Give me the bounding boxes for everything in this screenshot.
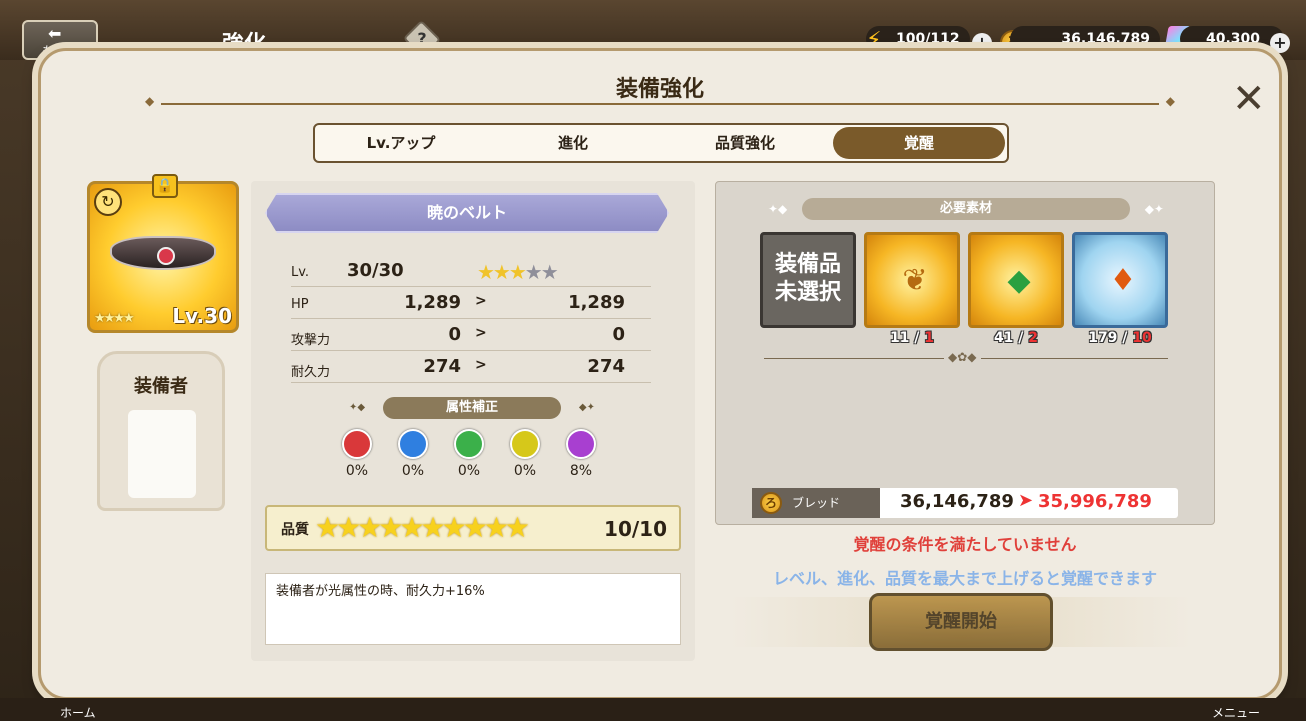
bottom-bar <box>0 698 1306 721</box>
equipment-enhance-dialog: 装備強化 ✕ Lv.アップ 進化 品質強化 覚醒 ↻ 🔒 ★★★★ Lv.30 … <box>38 48 1282 700</box>
material-slot-2[interactable]: ◆ <box>968 232 1064 328</box>
awaken-start-button[interactable]: 覚醒開始 <box>869 593 1053 651</box>
rarity-stars: ★★★★★ <box>477 260 559 284</box>
menu-button[interactable]: メニュー <box>1212 704 1260 721</box>
light-orb-icon <box>510 429 540 459</box>
gem-value: 40,300 <box>1205 31 1260 47</box>
quality-bar: 品質 ★★★★★★★★★★ 10/10 <box>265 505 681 551</box>
equipper-box[interactable]: 装備者 <box>97 351 225 511</box>
materials-panel: 必要素材 装備品 未選択 ❦ 11 / 1 ◆ 41 / 2 ♦ 179 / 1… <box>715 181 1215 525</box>
stat-row-durability: 耐久力 274 > 274 <box>291 353 651 383</box>
equipper-slot[interactable] <box>128 410 196 498</box>
dialog-title: 装備強化 <box>615 77 704 102</box>
tab-evolve[interactable]: 進化 <box>487 125 659 161</box>
attribute-water: 0% <box>393 429 433 479</box>
quality-stars: ★★★★★★★★★★ <box>315 511 530 544</box>
attribute-wind: 0% <box>449 429 489 479</box>
arrow-right-icon: > <box>475 293 487 309</box>
quality-value: 10/10 <box>604 517 667 541</box>
item-name: 暁のベルト <box>426 203 507 222</box>
level-value: 30/30 <box>347 260 404 281</box>
add-gem-button[interactable]: + <box>1270 33 1290 53</box>
home-button[interactable]: ホーム <box>60 704 96 721</box>
stamina-value: 100/112 <box>896 31 960 47</box>
material-slot-1[interactable]: ❦ <box>864 232 960 328</box>
bread-coin-icon: ろ <box>760 492 782 514</box>
arrow-right-icon: > <box>475 325 487 341</box>
back-arrow-icon: ⬅ <box>48 24 62 43</box>
cost-label: ろ ブレッド <box>752 488 880 518</box>
item-name-banner: 暁のベルト <box>265 193 669 233</box>
cost-row: ろ ブレッド 36,146,789 ➤ 35,996,789 <box>752 488 1178 518</box>
materials-header: 必要素材 <box>768 198 1164 220</box>
hint-message: レベル、進化、品質を最大まで上げると覚醒できます <box>772 569 1157 588</box>
item-stars: ★★★★ <box>94 311 135 326</box>
blue-flame-gem-icon: ♦ <box>1109 263 1137 298</box>
wind-orb-icon <box>454 429 484 459</box>
gold-value: 36,146,789 <box>1061 31 1150 47</box>
title-divider <box>145 94 1175 108</box>
cost-current: 36,146,789 <box>900 491 1014 512</box>
stat-row-attack: 攻撃力 0 > 0 <box>291 321 651 351</box>
stat-row-level: Lv. 30/30 ★★★★★ <box>291 257 651 287</box>
arrow-right-icon: > <box>475 357 487 373</box>
close-icon[interactable]: ✕ <box>1232 79 1266 119</box>
tab-level-up[interactable]: Lv.アップ <box>315 125 487 161</box>
tab-awaken[interactable]: 覚醒 <box>833 127 1005 159</box>
item-card[interactable]: ↻ 🔒 ★★★★ Lv.30 <box>87 174 239 333</box>
item-description: 装備者が光属性の時、耐久力+16% <box>265 573 681 645</box>
item-stats-panel: 暁のベルト Lv. 30/30 ★★★★★ HP 1,289 > 1,289 攻… <box>251 181 695 661</box>
stat-label: Lv. <box>291 265 310 280</box>
equipper-label: 装備者 <box>134 376 188 397</box>
stat-row-hp: HP 1,289 > 1,289 <box>291 289 651 319</box>
dark-orb-icon <box>566 429 596 459</box>
material-count-2: 41 / 2 <box>993 330 1039 346</box>
tab-bar: Lv.アップ 進化 品質強化 覚醒 <box>313 123 1009 163</box>
material-slot-3[interactable]: ♦ <box>1072 232 1168 328</box>
attribute-light: 0% <box>505 429 545 479</box>
attribute-fire: 0% <box>337 429 377 479</box>
heart-crest-icon: ❦ <box>902 263 928 298</box>
refresh-icon[interactable]: ↻ <box>94 188 122 216</box>
material-count-1: 11 / 1 <box>889 330 935 346</box>
quality-label: 品質 <box>281 522 309 538</box>
material-count-3: 179 / 10 <box>1088 330 1152 346</box>
materials-divider <box>764 350 1168 364</box>
lock-icon[interactable]: 🔒 <box>152 174 178 198</box>
attribute-header: 属性補正 <box>349 397 595 419</box>
fire-orb-icon <box>342 429 372 459</box>
equipment-unselected-slot[interactable]: 装備品 未選択 <box>760 232 856 328</box>
attribute-dark: 8% <box>561 429 601 479</box>
water-orb-icon <box>398 429 428 459</box>
warning-message: 覚醒の条件を満たしていません <box>853 535 1077 554</box>
cost-arrow-icon: ➤ <box>1018 490 1034 511</box>
belt-icon <box>110 236 216 270</box>
item-level-badge: Lv.30 <box>172 304 232 328</box>
cost-after: 35,996,789 <box>1038 491 1152 512</box>
tab-quality[interactable]: 品質強化 <box>659 125 831 161</box>
green-flame-gem-icon: ◆ <box>1007 263 1031 298</box>
